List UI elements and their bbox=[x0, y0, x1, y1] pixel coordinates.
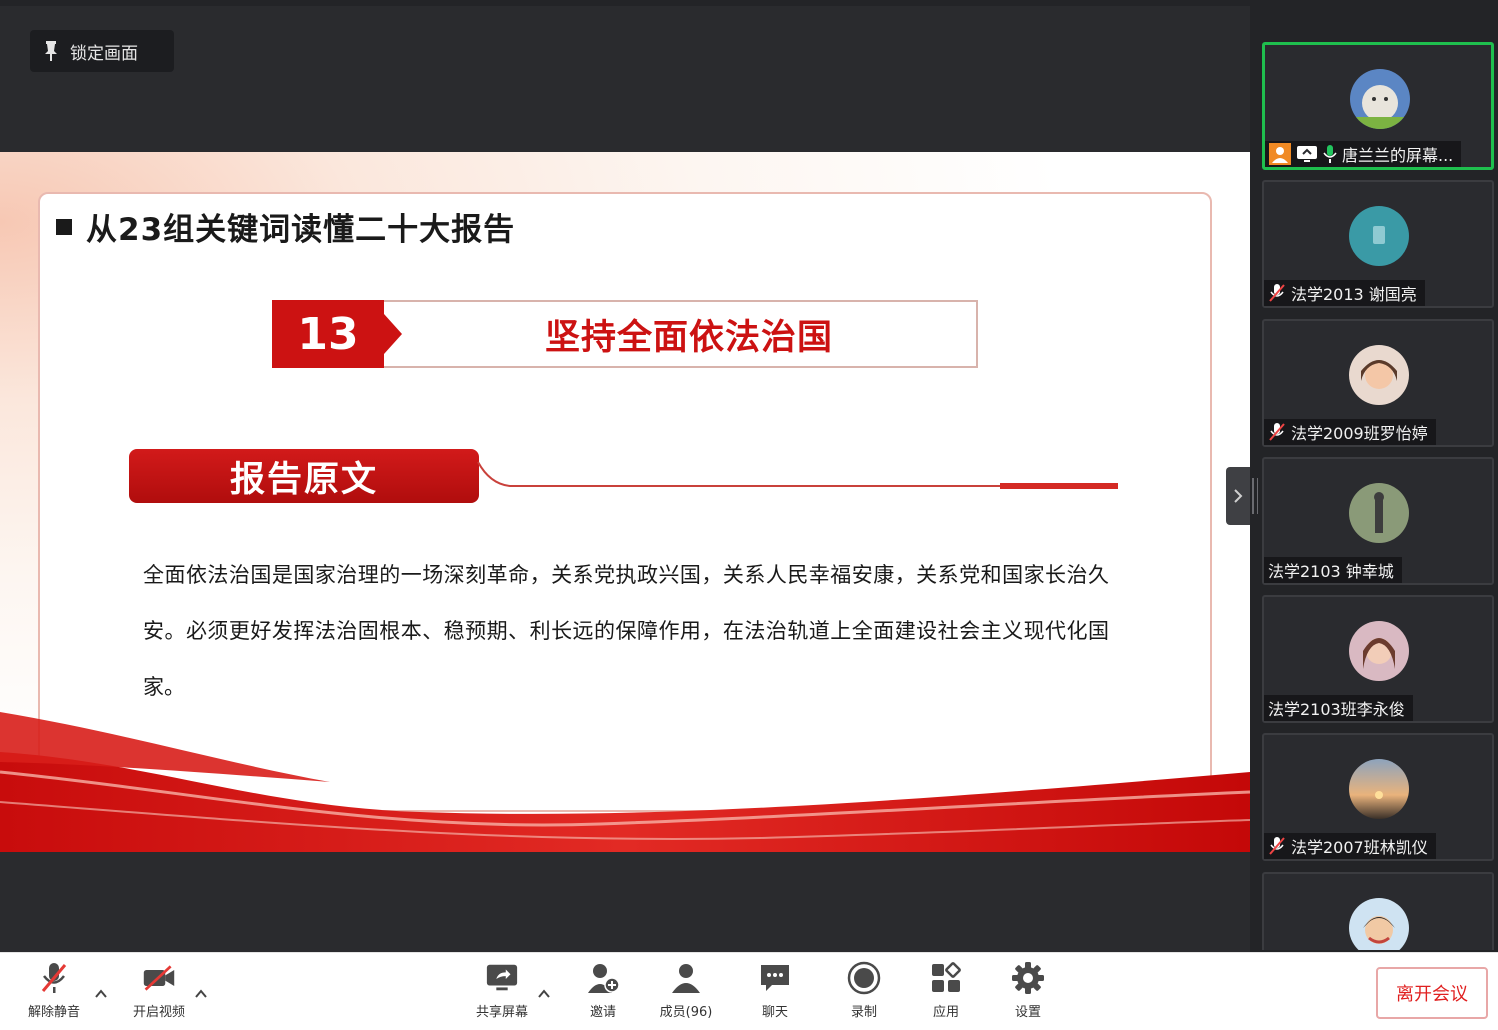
avatar bbox=[1349, 483, 1409, 543]
record-label: 录制 bbox=[850, 1005, 877, 1020]
video-off-icon bbox=[142, 961, 176, 995]
lock-view-label: 锁定画面 bbox=[70, 43, 138, 64]
gear-icon bbox=[1011, 961, 1045, 995]
collapse-panel-button[interactable] bbox=[1226, 467, 1250, 525]
unmute-button[interactable]: 解除静音 bbox=[18, 961, 90, 1020]
participant-name: 法学2103 钟幸城 bbox=[1268, 562, 1394, 581]
shared-screen-area: 锁定画面 从23组关键词读懂二十大报告 13 坚持全面依法治国 报告原文 全面依… bbox=[0, 6, 1250, 952]
chevron-right-icon bbox=[1234, 489, 1243, 503]
pin-icon bbox=[45, 41, 57, 61]
slide-body-text: 全面依法治国是国家治理的一场深刻革命，关系党执政兴国，关系人民幸福安康，关系党和… bbox=[143, 563, 1109, 699]
avatar bbox=[1349, 898, 1409, 950]
participant-tile[interactable]: 法学2103 钟幸城 bbox=[1262, 457, 1494, 585]
add-user-icon bbox=[586, 961, 620, 995]
participant-panel: 唐兰兰的屏幕... 法学2013 谢国亮 法学2009班罗怡婷 法学2103 钟… bbox=[1262, 42, 1496, 950]
leave-meeting-button[interactable]: 离开会议 bbox=[1376, 967, 1488, 1019]
audio-options-chevron-up-icon[interactable] bbox=[94, 987, 108, 1001]
participant-tile[interactable]: 法学2007班林凯仪 bbox=[1262, 733, 1494, 861]
participant-name-bar: 法学2013 谢国亮 bbox=[1264, 280, 1425, 306]
participant-tile[interactable]: 法学2013 谢国亮 bbox=[1262, 180, 1494, 308]
slide-title-text: 从23组关键词读懂二十大报告 bbox=[86, 212, 516, 248]
members-label: 成员(96) bbox=[659, 1005, 713, 1020]
participant-tile[interactable]: 法学2103班李永俊 bbox=[1262, 595, 1494, 723]
mic-muted-icon bbox=[37, 961, 71, 995]
lock-view-button[interactable]: 锁定画面 bbox=[30, 30, 174, 72]
screen-share-icon bbox=[1296, 145, 1318, 163]
participant-name: 法学2009班罗怡婷 bbox=[1291, 424, 1428, 443]
presentation-slide: 从23组关键词读懂二十大报告 13 坚持全面依法治国 报告原文 全面依法治国是国… bbox=[0, 152, 1250, 852]
chat-label: 聊天 bbox=[761, 1005, 788, 1020]
settings-label: 设置 bbox=[1014, 1005, 1041, 1020]
record-icon bbox=[847, 961, 881, 995]
participant-name-bar: 法学2103 钟幸城 bbox=[1264, 557, 1402, 583]
participant-name: 法学2007班林凯仪 bbox=[1291, 838, 1428, 857]
unmute-label: 解除静音 bbox=[27, 1005, 80, 1020]
apps-icon bbox=[929, 961, 963, 995]
bullet-square-icon bbox=[56, 218, 72, 235]
participant-name: 唐兰兰的屏幕... bbox=[1342, 146, 1454, 165]
avatar bbox=[1349, 621, 1409, 681]
mic-muted-icon bbox=[1268, 836, 1286, 856]
mic-on-icon bbox=[1323, 144, 1337, 164]
start-video-label: 开启视频 bbox=[132, 1005, 185, 1020]
apps-button[interactable]: 应用 bbox=[910, 961, 982, 1020]
avatar bbox=[1349, 345, 1409, 405]
avatar bbox=[1349, 759, 1409, 819]
participant-name-bar: 法学2009班罗怡婷 bbox=[1264, 419, 1436, 445]
share-options-chevron-up-icon[interactable] bbox=[537, 987, 551, 1001]
participant-tile[interactable] bbox=[1262, 872, 1494, 950]
topic-number: 13 bbox=[272, 300, 384, 368]
participant-tile[interactable]: 法学2009班罗怡婷 bbox=[1262, 319, 1494, 447]
share-screen-label: 共享屏幕 bbox=[475, 1005, 528, 1020]
participant-name-bar: 法学2103班李永俊 bbox=[1264, 695, 1413, 721]
mic-muted-icon bbox=[1268, 283, 1286, 303]
invite-button[interactable]: 邀请 bbox=[567, 961, 639, 1020]
section-divider bbox=[477, 461, 1118, 489]
start-video-button[interactable]: 开启视频 bbox=[123, 961, 195, 1020]
invite-label: 邀请 bbox=[589, 1005, 616, 1020]
screen-share-icon bbox=[485, 961, 519, 995]
section-label: 报告原文 bbox=[129, 449, 479, 503]
topic-title: 坚持全面依法治国 bbox=[544, 317, 833, 358]
panel-resize-handle[interactable] bbox=[1252, 478, 1258, 514]
mic-muted-icon bbox=[1268, 422, 1286, 442]
participant-name: 法学2013 谢国亮 bbox=[1291, 285, 1417, 304]
chat-button[interactable]: 聊天 bbox=[739, 961, 811, 1020]
video-options-chevron-up-icon[interactable] bbox=[194, 987, 208, 1001]
apps-label: 应用 bbox=[932, 1005, 959, 1020]
participant-tile[interactable]: 唐兰兰的屏幕... bbox=[1262, 42, 1494, 170]
meeting-window: 锁定画面 从23组关键词读懂二十大报告 13 坚持全面依法治国 报告原文 全面依… bbox=[0, 0, 1498, 1030]
slide-decorative-wave bbox=[0, 712, 1250, 852]
host-icon bbox=[1269, 143, 1291, 165]
share-screen-button[interactable]: 共享屏幕 bbox=[466, 961, 538, 1020]
participant-name: 法学2103班李永俊 bbox=[1268, 700, 1405, 719]
record-button[interactable]: 录制 bbox=[828, 961, 900, 1020]
participant-name-bar: 法学2007班林凯仪 bbox=[1264, 833, 1436, 859]
settings-button[interactable]: 设置 bbox=[992, 961, 1064, 1020]
members-icon bbox=[669, 961, 703, 995]
chat-icon bbox=[758, 961, 792, 995]
participant-name-bar: 唐兰兰的屏幕... bbox=[1265, 141, 1462, 167]
avatar bbox=[1350, 69, 1410, 129]
meeting-toolbar: 解除静音 开启视频 共享屏幕 邀请 成员(96) 聊天 录制 应用 设置 离开会… bbox=[0, 952, 1498, 1030]
avatar bbox=[1349, 206, 1409, 266]
members-button[interactable]: 成员(96) bbox=[650, 961, 722, 1020]
slide-title: 从23组关键词读懂二十大报告 bbox=[56, 204, 515, 249]
